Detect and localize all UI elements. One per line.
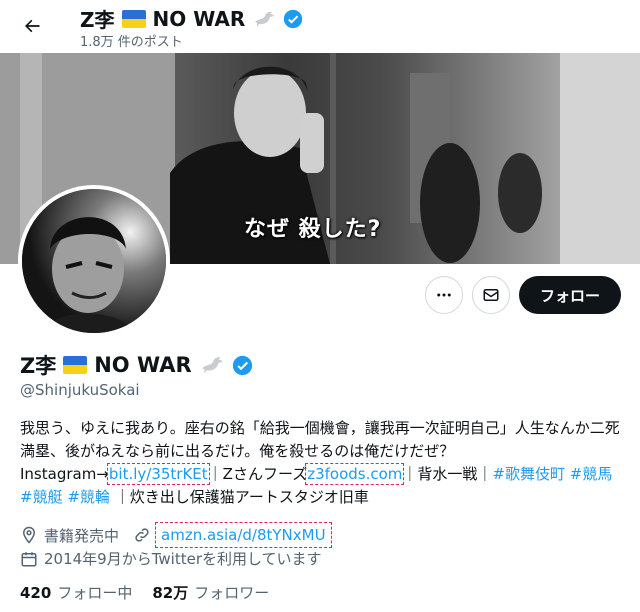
verified-badge-icon <box>284 9 303 28</box>
followers-count: 82万 <box>152 584 189 602</box>
bio-instagram-prefix: Instagram→ <box>20 465 109 483</box>
dove-icon <box>255 11 275 27</box>
bio: 我思う、ゆえに我あり。座右の銘「給我一個機會，讓我再一次証明自己」人生なんか二死… <box>20 417 622 509</box>
arrow-left-icon <box>25 19 40 33</box>
verified-badge-icon <box>232 355 252 375</box>
hashtag-keirin[interactable]: #競輪 <box>67 488 110 506</box>
joined-text: 2014年9月からTwitterを利用しています <box>44 550 322 568</box>
ukraine-flag-icon <box>63 356 88 374</box>
post-count: 1.8万 件のポスト <box>80 35 183 50</box>
handle: @ShinjukuSokai <box>20 381 140 399</box>
dove-icon <box>201 357 223 374</box>
bio-tail: ｜炊き出し保護猫アートスタジオ旧車 <box>114 488 369 506</box>
follow-button[interactable]: フォロー <box>519 276 621 314</box>
display-name: Z李 <box>20 354 57 378</box>
header-title: Z李 NO WAR <box>80 4 303 33</box>
followers-label: フォロワー <box>194 584 270 602</box>
bio-sep-2: ｜背水一戦｜ <box>402 465 493 483</box>
more-button[interactable] <box>425 276 463 314</box>
follow-stats: 420 フォロー中 82万 フォロワー <box>20 582 269 603</box>
profile-meta-line: 書籍発売中 amzn.asia/d/8tYNxMU <box>20 522 332 548</box>
hashtag-kabukicho[interactable]: #歌舞伎町 <box>492 465 565 483</box>
hashtag-keiba[interactable]: #競馬 <box>570 465 613 483</box>
avatar[interactable] <box>18 185 170 337</box>
location-text: 書籍発売中 <box>44 526 120 545</box>
bio-sep-1: ｜Zさんフーズ <box>207 465 308 483</box>
avatar-image <box>22 189 166 333</box>
instagram-link[interactable]: bit.ly/35trKEt <box>106 463 210 485</box>
following-count: 420 <box>20 584 52 602</box>
joined-line: 2014年9月からTwitterを利用しています <box>20 548 322 569</box>
banner-caption: なぜ 殺した? <box>244 217 382 242</box>
back-button[interactable] <box>14 8 50 44</box>
display-name-suffix: NO WAR <box>94 353 192 377</box>
header-name-suffix: NO WAR <box>152 6 246 31</box>
location-icon <box>20 526 38 544</box>
message-button[interactable] <box>472 276 510 314</box>
more-icon <box>437 293 451 297</box>
ukraine-flag-icon <box>121 9 146 28</box>
calendar-icon <box>20 550 38 568</box>
hashtag-kyotei[interactable]: #競艇 <box>20 488 63 506</box>
profile-name: Z李 NO WAR <box>20 350 253 380</box>
mail-icon <box>483 289 499 301</box>
following-label: フォロー中 <box>57 584 133 602</box>
link-icon <box>133 526 151 544</box>
bio-text: 我思う、ゆえに我あり。座右の銘「給我一個機會，讓我再一次証明自己」人生なんか二死… <box>20 419 620 460</box>
followers-link[interactable]: 82万 フォロワー <box>152 582 269 603</box>
top-bar: Z李 NO WAR 1.8万 件のポスト <box>0 0 640 53</box>
following-link[interactable]: 420 フォロー中 <box>20 582 132 603</box>
website-link[interactable]: amzn.asia/d/8tYNxMU <box>155 522 332 548</box>
header-name: Z李 <box>80 8 115 32</box>
foods-link[interactable]: z3foods.com <box>305 463 405 485</box>
